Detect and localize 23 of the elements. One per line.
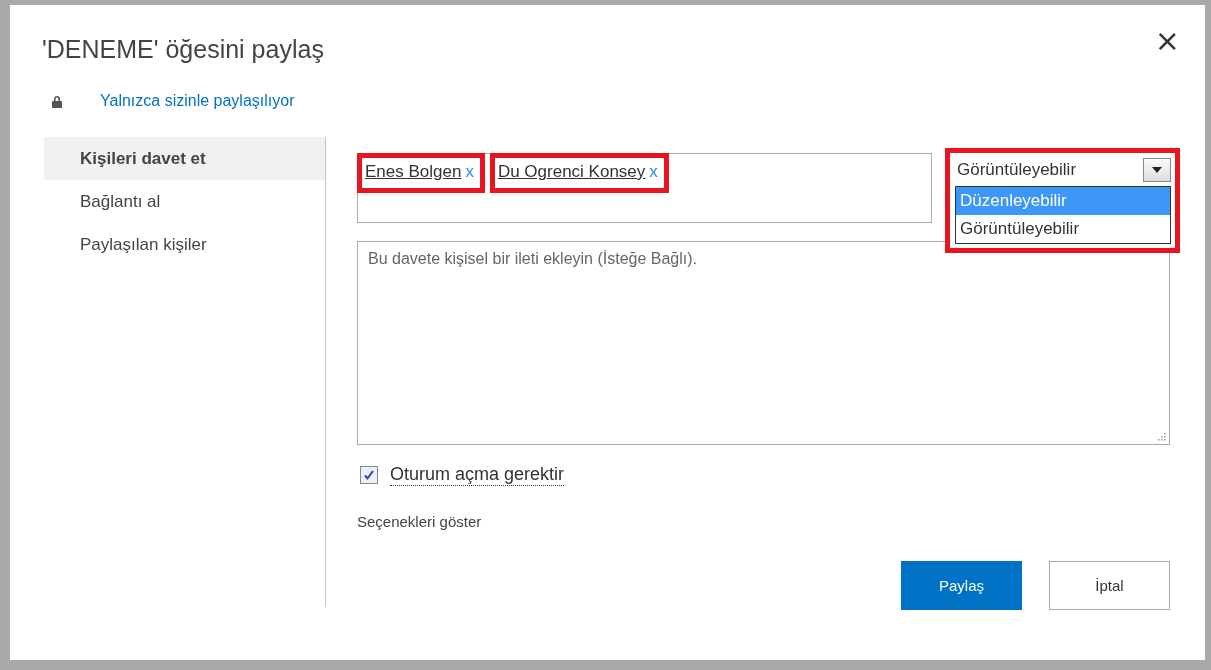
sidebar-item[interactable]: Kişileri davet et (44, 137, 325, 180)
checkbox-label[interactable]: Oturum açma gerektir (390, 464, 565, 486)
sharing-status-link[interactable]: Yalnızca sizinle paylaşılıyor (100, 92, 295, 110)
person-link[interactable]: Enes Bolgen (365, 162, 462, 182)
dropdown-value: Görüntüleyebilir (957, 160, 1077, 180)
close-button[interactable]: × (1154, 29, 1180, 53)
sidebar-item[interactable]: Bağlantı al (44, 180, 325, 223)
cancel-button[interactable]: İptal (1049, 561, 1170, 610)
show-options-link[interactable]: Seçenekleri göster (357, 513, 1170, 530)
checkbox[interactable] (360, 466, 378, 484)
lock-icon (51, 94, 63, 108)
permission-dropdown[interactable]: Görüntüleyebilir (955, 157, 1171, 183)
person-link[interactable]: Du Ogrenci Konsey (497, 162, 646, 182)
dropdown-option[interactable]: Görüntüleyebilir (956, 215, 1170, 243)
check-icon (363, 469, 375, 481)
resize-grip-icon (1157, 432, 1166, 441)
remove-button[interactable]: x (461, 162, 474, 182)
sidebar-item[interactable]: Paylaşılan kişiler (44, 223, 325, 266)
people-field[interactable]: Enes Bolgen x Du Ogrenci Konsey x (357, 153, 932, 223)
remove-button[interactable]: x (645, 162, 658, 182)
message-field[interactable]: Bu davete kişisel bir ileti ekleyin (İsteğe Bağlı). (357, 241, 1170, 445)
share-button[interactable]: Paylaş (901, 561, 1022, 610)
dialog-title: 'DENEME' öğesini paylaş (42, 34, 324, 65)
